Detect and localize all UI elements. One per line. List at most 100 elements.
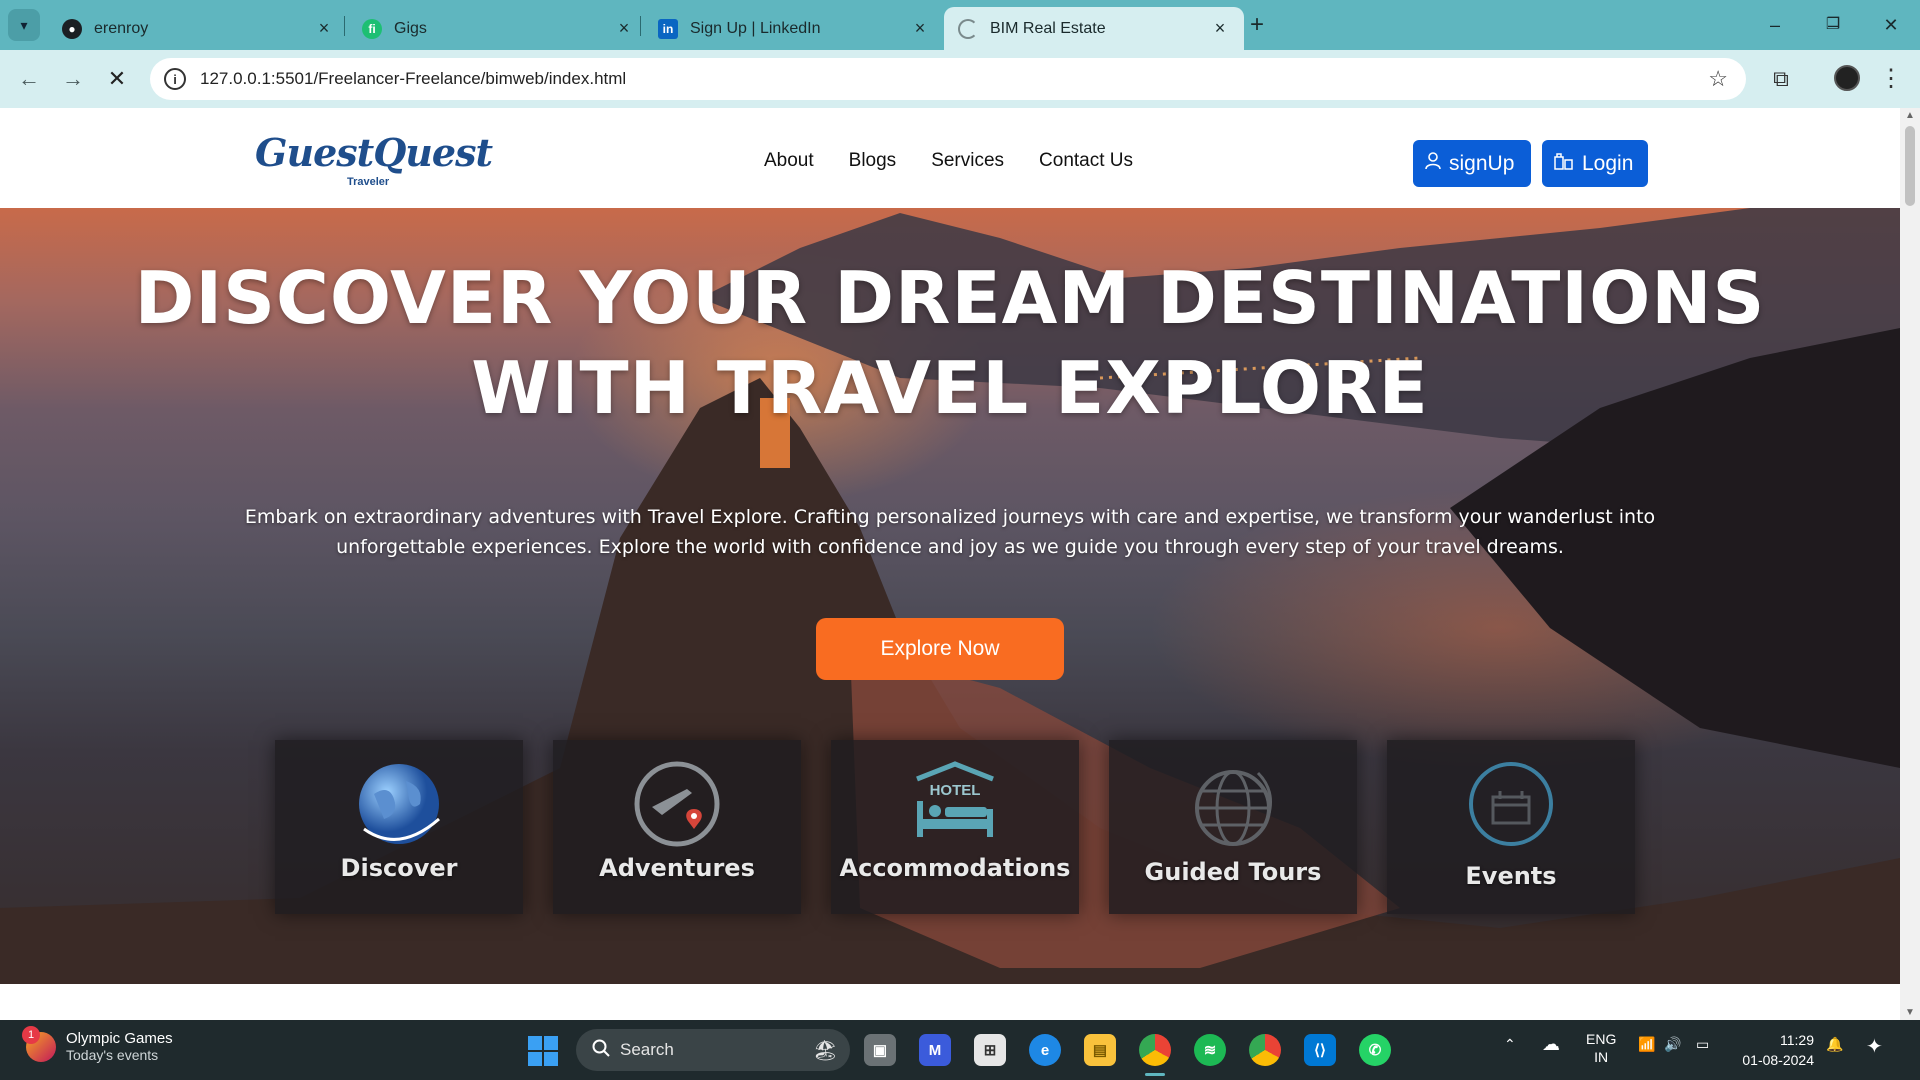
close-tab-icon[interactable]: × [1210,18,1230,39]
onedrive-icon[interactable]: ☁ [1542,1034,1560,1055]
wifi-icon[interactable]: 📶 [1638,1036,1655,1053]
card-label: Accommodations [839,854,1071,882]
nav-link-services[interactable]: Services [931,150,1004,172]
store-icon[interactable]: ⊞ [974,1034,1006,1066]
card-discover[interactable]: Discover [275,740,523,914]
notification-bell-icon[interactable]: 🔔 [1826,1036,1843,1053]
browser-tab[interactable]: fi Gigs × [348,7,648,50]
search-highlight-icon: 🏖 [812,1039,838,1062]
vscode-icon[interactable]: ⟨⟩ [1304,1034,1336,1066]
card-adventures[interactable]: Adventures [553,740,801,914]
restore-icon: ❐ [1825,16,1841,33]
profile-avatar[interactable] [1834,65,1860,91]
hotel-icon: HOTEL [907,756,1003,852]
clock[interactable]: 11:29 01-08-2024 [1734,1030,1814,1070]
restore-button[interactable]: ❐ [1818,10,1848,40]
card-label: Guided Tours [1144,858,1322,886]
close-tab-icon[interactable]: × [314,18,334,39]
nav-link-about[interactable]: About [764,150,814,172]
browser-tab[interactable]: in Sign Up | LinkedIn × [644,7,944,50]
tab-title: erenroy [94,19,149,37]
minimize-button[interactable]: – [1760,10,1790,40]
file-explorer-icon[interactable]: ▤ [1084,1034,1116,1066]
nav-link-contact[interactable]: Contact Us [1039,150,1133,172]
back-button[interactable]: ← [14,64,44,94]
nav-link-blogs[interactable]: Blogs [849,150,897,172]
forward-button[interactable]: → [58,64,88,94]
minimize-icon: – [1769,15,1780,35]
plus-icon: + [1249,11,1264,38]
olympic-icon: 1 [22,1025,56,1062]
login-button[interactable]: Login [1542,140,1648,187]
globe-outline-icon [1185,760,1281,856]
scroll-up-icon[interactable]: ▲ [1900,110,1920,121]
stop-button[interactable]: ✕ [102,64,132,94]
tab-title: BIM Real Estate [990,19,1106,37]
volume-icon[interactable]: 🔊 [1664,1036,1681,1053]
task-view-icon[interactable]: ▣ [864,1034,896,1066]
chrome-profile-icon[interactable] [1249,1034,1281,1066]
logo-text: GuestQuest [255,130,493,175]
page-scrollbar[interactable]: ▲ ▼ [1900,108,1920,1020]
tab-search-button[interactable]: ▾ [8,9,40,41]
browser-tab[interactable]: ● erenroy × [48,7,348,50]
new-tab-button[interactable]: + [1242,10,1272,40]
clock-time: 11:29 [1780,1032,1814,1048]
hero-section: DISCOVER YOUR DREAM DESTINATIONS WITH TR… [0,208,1900,984]
language-indicator[interactable]: ENG IN [1586,1030,1616,1066]
browser-tab-bar: ▾ ● erenroy × fi Gigs × in Sign Up | Lin… [0,0,1920,50]
start-button[interactable] [528,1036,558,1066]
notification-badge: 1 [22,1025,40,1044]
whatsapp-icon[interactable]: ✆ [1359,1034,1391,1066]
extensions-icon[interactable]: ⧉ [1766,64,1796,94]
signup-button[interactable]: signUp [1413,140,1531,187]
card-accommodations[interactable]: HOTEL Accommodations [831,740,1079,914]
info-icon[interactable]: i [164,68,186,90]
close-window-button[interactable]: ✕ [1876,10,1906,40]
bookmark-star-icon[interactable]: ☆ [1708,66,1728,92]
arrow-left-icon: ← [18,66,40,91]
chrome-icon[interactable] [1139,1034,1171,1066]
card-guided-tours[interactable]: Guided Tours [1109,740,1357,914]
widget-title: Olympic Games [66,1030,173,1047]
tab-title: Gigs [394,19,427,37]
github-icon: ● [62,18,82,39]
taskbar-search[interactable]: Search 🏖 [576,1029,850,1071]
spotify-icon[interactable]: ≋ [1194,1034,1226,1066]
more-menu-icon[interactable]: ⋮ [1876,64,1906,94]
clock-date: 01-08-2024 [1742,1052,1814,1068]
close-tab-icon[interactable]: × [910,18,930,39]
region-code: IN [1594,1049,1609,1065]
address-bar[interactable]: i 127.0.0.1:5501/Freelancer-Freelance/bi… [150,58,1746,100]
widgets-button[interactable]: 1 Olympic Games Today's events [22,1025,173,1063]
browser-tab-active[interactable]: BIM Real Estate × [944,7,1244,50]
copilot-icon[interactable]: ✦ [1866,1034,1883,1059]
scroll-down-icon[interactable]: ▼ [1900,1007,1920,1018]
hero-description: Embark on extraordinary adventures with … [244,506,1656,558]
hotel-icon-text: HOTEL [930,782,981,799]
battery-icon[interactable]: ▭ [1696,1036,1709,1053]
card-label: Discover [340,854,458,882]
fiverr-icon: fi [362,18,382,39]
scrollbar-thumb[interactable] [1905,126,1915,206]
login-icon [1554,152,1574,175]
user-icon [1425,152,1441,175]
chevron-up-icon[interactable]: ⌃ [1504,1036,1516,1053]
edge-icon[interactable]: e [1029,1034,1061,1066]
tab-divider [344,16,345,36]
main-menu: About Blogs Services Contact Us [764,150,1133,172]
card-events[interactable]: Events [1387,740,1635,914]
linkedin-icon: in [658,18,678,39]
loading-icon [958,18,978,39]
url-text: 127.0.0.1:5501/Freelancer-Freelance/bimw… [200,69,627,88]
app-icon[interactable]: M [919,1034,951,1066]
arrow-right-icon: → [62,66,84,91]
site-logo[interactable]: GuestQuest Traveler [255,130,493,188]
close-icon: ✕ [107,66,127,91]
close-tab-icon[interactable]: × [614,18,634,39]
explore-now-button[interactable]: Explore Now [816,618,1064,680]
site-navbar: GuestQuest Traveler About Blogs Services… [0,108,1900,208]
browser-toolbar: ← → ✕ i 127.0.0.1:5501/Freelancer-Freela… [0,50,1920,108]
search-placeholder: Search [620,1040,674,1059]
login-label: Login [1582,151,1634,175]
